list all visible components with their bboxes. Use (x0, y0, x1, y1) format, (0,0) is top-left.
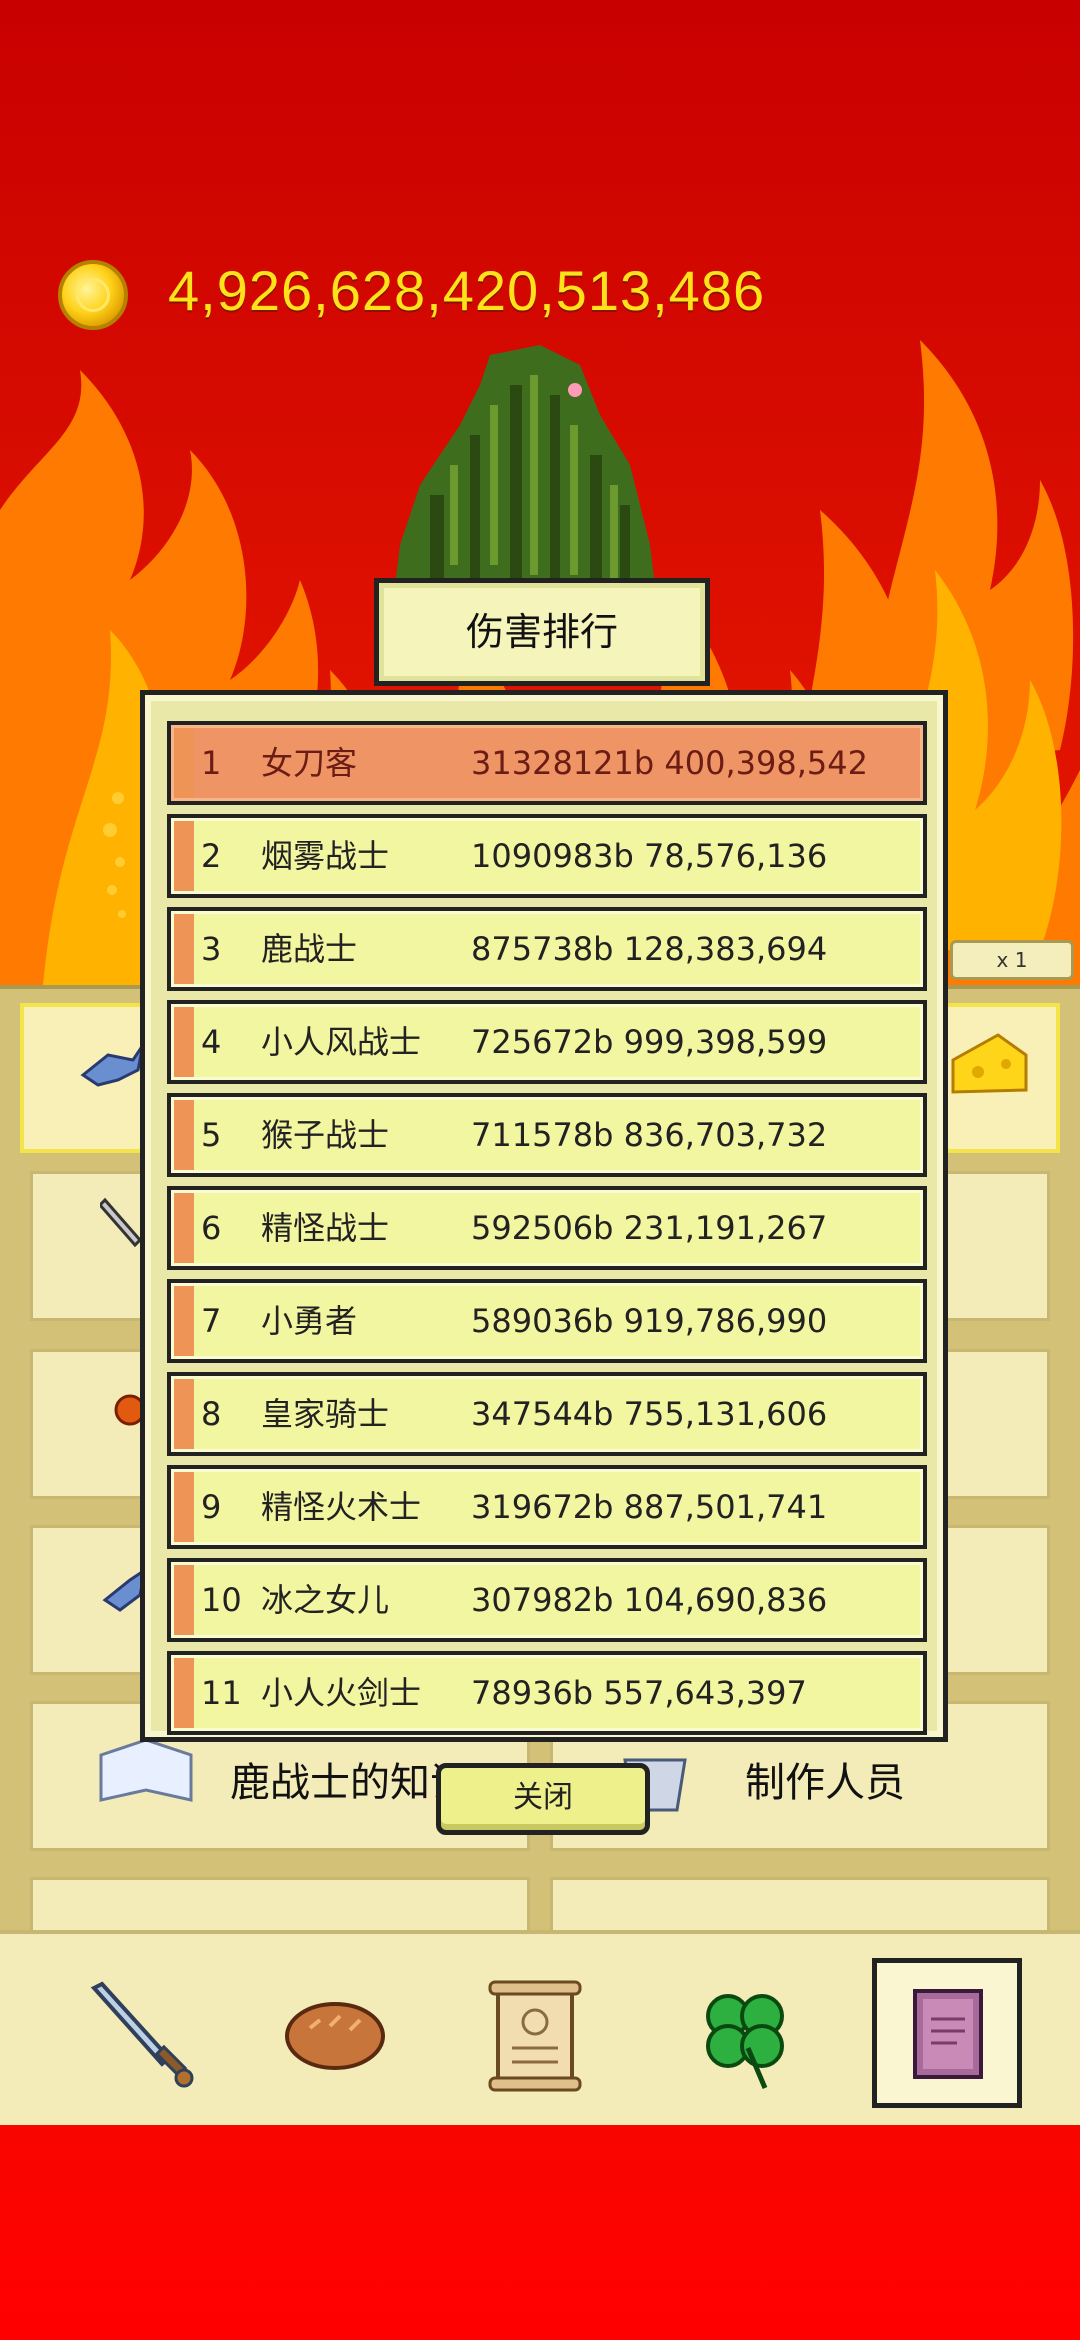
rank-number: 5 (201, 1116, 222, 1154)
rank-number: 2 (201, 837, 222, 875)
character-name: 小人风战士 (261, 1023, 422, 1061)
damage-value: 875738b 128,383,694 (471, 930, 828, 968)
rank-number: 8 (201, 1395, 222, 1433)
damage-value: 725672b 999,398,599 (471, 1023, 828, 1061)
rank-number: 1 (201, 744, 222, 782)
damage-value: 589036b 919,786,990 (471, 1302, 828, 1340)
nav-food-button[interactable] (260, 1958, 410, 2108)
book-icon (913, 1989, 983, 2079)
cheese-icon (951, 1033, 1028, 1094)
ranking-row[interactable]: 6 精怪战士 592506b 231,191,267 (167, 1186, 927, 1270)
character-name: 精怪战士 (261, 1209, 390, 1247)
close-button[interactable]: 关闭 (436, 1763, 650, 1835)
damage-value: 347544b 755,131,606 (471, 1395, 828, 1433)
damage-value: 319672b 887,501,741 (471, 1488, 828, 1526)
character-name: 小勇者 (261, 1302, 358, 1340)
damage-value: 1090983b 78,576,136 (471, 837, 828, 875)
knowledge-label: 鹿战士的知识 (230, 1760, 470, 1806)
ranking-row[interactable]: 2 烟雾战士 1090983b 78,576,136 (167, 814, 927, 898)
fish-icon (80, 1044, 145, 1087)
ranking-row[interactable]: 9 精怪火术士 319672b 887,501,741 (167, 1465, 927, 1549)
character-name: 烟雾战士 (261, 837, 390, 875)
character-name: 女刀客 (261, 744, 358, 782)
damage-value: 711578b 836,703,732 (471, 1116, 828, 1154)
ranking-row[interactable]: 1 女刀客 31328121b 400,398,542 (167, 721, 927, 805)
rank-number: 4 (201, 1023, 222, 1061)
rank-number: 3 (201, 930, 222, 968)
damage-value: 592506b 231,191,267 (471, 1209, 828, 1247)
damage-value: 78936b 557,643,397 (471, 1674, 807, 1712)
ranking-title-text: 伤害排行 (465, 610, 618, 654)
rank-number: 6 (201, 1209, 222, 1247)
rank-number: 9 (201, 1488, 222, 1526)
character-name: 小人火剑士 (261, 1674, 422, 1712)
bottom-nav (0, 1930, 1080, 2125)
credits-label: 制作人员 (745, 1760, 905, 1806)
damage-value: 307982b 104,690,836 (471, 1581, 828, 1619)
scroll-icon (488, 1980, 582, 2092)
coin-amount: 4,926,628,420,513,486 (168, 259, 766, 322)
nav-book-button[interactable] (872, 1958, 1022, 2108)
ranking-row[interactable]: 11 小人火剑士 78936b 557,643,397 (167, 1651, 927, 1735)
rank-number: 10 (201, 1581, 242, 1619)
clover-icon (706, 1994, 784, 2089)
character-name: 鹿战士 (261, 930, 358, 968)
speed-multiplier-badge[interactable]: x 1 (950, 940, 1074, 980)
ranking-row[interactable]: 4 小人风战士 725672b 999,398,599 (167, 1000, 927, 1084)
nav-quests-button[interactable] (460, 1958, 610, 2108)
nav-luck-button[interactable] (670, 1958, 820, 2108)
character-name: 精怪火术士 (261, 1488, 422, 1526)
open-book-icon (99, 1738, 193, 1802)
ranking-row[interactable]: 5 猴子战士 711578b 836,703,732 (167, 1093, 927, 1177)
bread-icon (285, 2002, 385, 2070)
ranking-row[interactable]: 3 鹿战士 875738b 128,383,694 (167, 907, 927, 991)
damage-ranking-modal: 1 女刀客 31328121b 400,398,542 2 烟雾战士 10909… (140, 690, 948, 1742)
ranking-row[interactable]: 10 冰之女儿 307982b 104,690,836 (167, 1558, 927, 1642)
rank-number: 11 (201, 1674, 242, 1712)
sword-icon (90, 1981, 194, 2088)
ranking-row[interactable]: 7 小勇者 589036b 919,786,990 (167, 1279, 927, 1363)
character-name: 冰之女儿 (261, 1581, 390, 1619)
damage-value: 31328121b 400,398,542 (471, 744, 868, 782)
ranking-title: 伤害排行 (374, 578, 710, 686)
ranking-row[interactable]: 8 皇家骑士 347544b 755,131,606 (167, 1372, 927, 1456)
nav-weapons-button[interactable] (64, 1958, 214, 2108)
gold-coin-icon (58, 260, 128, 330)
character-name: 猴子战士 (261, 1116, 390, 1154)
rank-number: 7 (201, 1302, 222, 1340)
character-name: 皇家骑士 (261, 1395, 390, 1433)
